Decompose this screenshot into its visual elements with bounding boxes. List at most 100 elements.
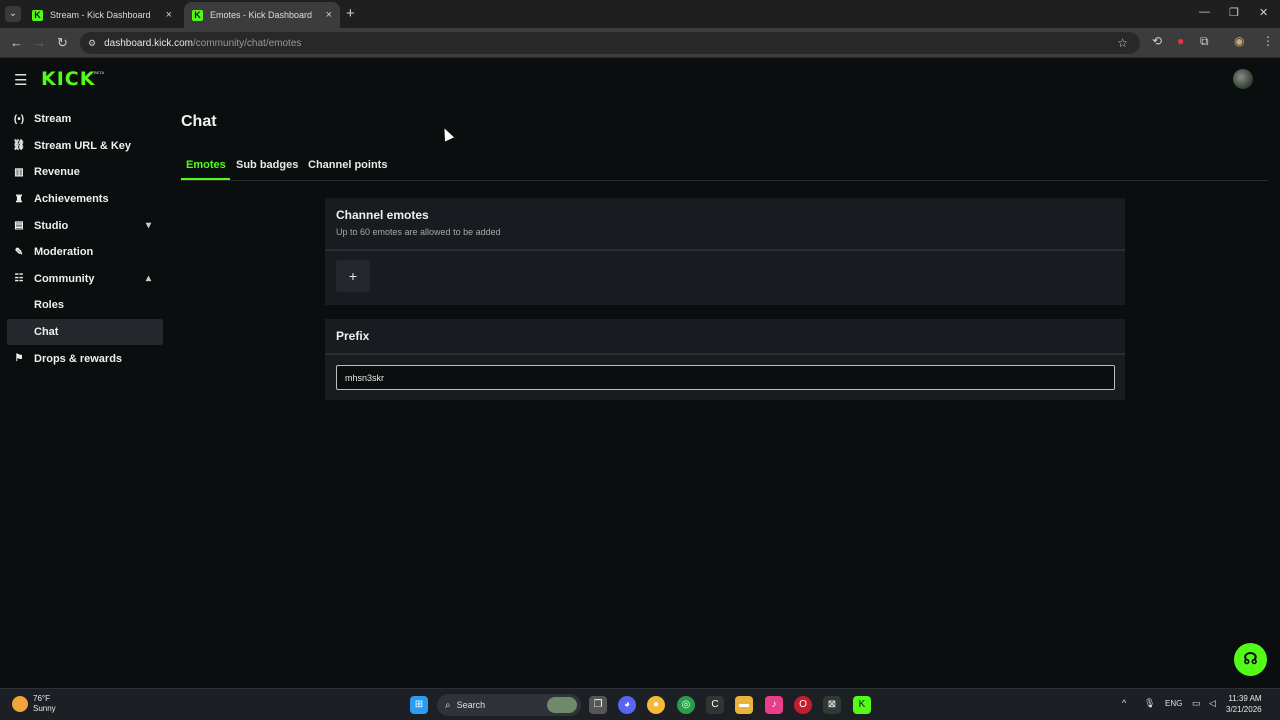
kick-logo[interactable]: KICK bbox=[41, 68, 95, 90]
chat-tabs: Emotes Sub badges Channel points bbox=[181, 156, 1268, 181]
opera-icon[interactable]: O bbox=[794, 696, 812, 714]
extensions-puzzle-icon[interactable]: ⧉ bbox=[1200, 34, 1209, 49]
sidebar-item-label: Roles bbox=[34, 299, 64, 312]
drops-icon: ⚑ bbox=[14, 353, 24, 365]
weather-temp: 76°F bbox=[33, 694, 50, 703]
card-header: Channel emotes Up to 60 emotes are allow… bbox=[325, 198, 1125, 251]
wrench-icon: ✎ bbox=[14, 246, 24, 258]
sidebar-item-label: Stream bbox=[34, 113, 72, 126]
sidebar-item-roles[interactable]: Roles bbox=[0, 292, 170, 319]
sidebar-item-label: Achievements bbox=[34, 193, 109, 206]
volume-icon[interactable]: ◁ bbox=[1209, 698, 1216, 709]
windows-start-icon[interactable]: ⊞ bbox=[410, 696, 428, 714]
prefix-input[interactable] bbox=[336, 365, 1115, 390]
taskbar: 76°F Sunny ⊞ ⌕ Search ❐ ◕ ● ◎ C ▬ ♪ O ⊠ … bbox=[0, 688, 1280, 720]
close-tab-icon[interactable]: × bbox=[326, 9, 332, 21]
channel-emotes-card: Channel emotes Up to 60 emotes are allow… bbox=[325, 198, 1125, 305]
sun-icon bbox=[12, 696, 28, 712]
sidebar-item-stream[interactable]: (•) Stream bbox=[0, 106, 170, 133]
chevron-down-icon[interactable]: ▾ bbox=[146, 220, 151, 231]
network-icon[interactable]: ▭ bbox=[1192, 698, 1201, 709]
discord-icon[interactable]: ◕ bbox=[618, 696, 636, 714]
card-title: Channel emotes bbox=[336, 208, 429, 222]
sidebar-item-moderation[interactable]: ✎ Moderation bbox=[0, 239, 170, 266]
browser-tab-bar: ⌄ K Stream - Kick Dashboard × K Emotes -… bbox=[0, 0, 1280, 28]
kick-app-icon[interactable]: K bbox=[853, 696, 871, 714]
sidebar-item-chat[interactable]: Chat bbox=[7, 318, 163, 346]
tab-channel-points[interactable]: Channel points bbox=[308, 159, 387, 171]
chart-icon: ▥ bbox=[14, 166, 24, 178]
chrome-icon[interactable]: ◎ bbox=[677, 696, 695, 714]
file-explorer-icon[interactable]: ▬ bbox=[735, 696, 753, 714]
sidebar-item-label: Revenue bbox=[34, 166, 80, 179]
back-icon[interactable]: ← bbox=[10, 35, 23, 50]
clock-time: 11:39 AM bbox=[1228, 694, 1262, 703]
reload-icon[interactable]: ↻ bbox=[57, 35, 68, 51]
minimize-icon[interactable]: — bbox=[1199, 6, 1210, 18]
card-subtitle: Up to 60 emotes are allowed to be added bbox=[336, 227, 501, 237]
card-header: Prefix bbox=[325, 319, 1125, 355]
trophy-icon: ♜ bbox=[14, 193, 24, 205]
kick-favicon-icon: K bbox=[32, 9, 43, 21]
restore-icon[interactable]: ❐ bbox=[1229, 6, 1239, 19]
sidebar-item-revenue[interactable]: ▥ Revenue bbox=[0, 159, 170, 186]
card-title: Prefix bbox=[336, 329, 370, 343]
browser-menu-icon[interactable]: ⋮ bbox=[1262, 34, 1274, 48]
search-icon: ⌕ bbox=[445, 699, 451, 711]
microphone-icon[interactable]: 🎙 bbox=[1144, 698, 1155, 709]
new-tab-icon[interactable]: + bbox=[346, 5, 355, 22]
tab-sub-badges[interactable]: Sub badges bbox=[236, 159, 298, 171]
taskbar-search[interactable]: ⌕ Search bbox=[437, 694, 581, 716]
sidebar-item-label: Chat bbox=[34, 326, 59, 339]
sidebar-item-community[interactable]: ☷ Community ▴ bbox=[0, 266, 170, 293]
tab-emotes[interactable]: Emotes bbox=[186, 159, 226, 171]
weather-desc: Sunny bbox=[33, 704, 56, 713]
broadcast-icon: (•) bbox=[13, 113, 25, 125]
chevron-up-icon[interactable]: ▴ bbox=[146, 273, 151, 284]
page-title: Chat bbox=[181, 113, 217, 130]
support-chat-icon[interactable]: ☊ bbox=[1234, 643, 1267, 676]
close-tab-icon[interactable]: × bbox=[166, 9, 172, 21]
language-indicator[interactable]: ENG bbox=[1165, 699, 1182, 708]
tray-overflow-icon[interactable]: ^ bbox=[1122, 698, 1126, 708]
forward-icon[interactable]: → bbox=[33, 35, 46, 50]
community-icon: ☷ bbox=[14, 273, 24, 285]
tab-title: Stream - Kick Dashboard bbox=[50, 10, 151, 20]
system-clock[interactable]: 11:39 AM 3/21/2026 bbox=[1226, 693, 1262, 715]
site-info-icon[interactable]: ⚙ bbox=[88, 38, 96, 49]
url-path: /community/chat/emotes bbox=[193, 37, 302, 49]
kick-favicon-icon: K bbox=[192, 9, 203, 21]
search-label: Search bbox=[456, 700, 486, 710]
task-view-icon[interactable]: ❐ bbox=[589, 696, 607, 714]
app-green-box-icon[interactable]: ⊠ bbox=[823, 696, 841, 714]
add-emote-button[interactable]: + bbox=[336, 260, 370, 292]
extension-icon[interactable]: ⟲ bbox=[1152, 34, 1162, 48]
tab-search-icon[interactable]: ⌄ bbox=[5, 6, 21, 22]
app-yellow-icon[interactable]: ● bbox=[647, 696, 665, 714]
sidebar-item-studio[interactable]: ▤ Studio ▾ bbox=[0, 212, 170, 239]
url-host: dashboard.kick.com bbox=[104, 37, 194, 49]
browser-tab-emotes[interactable]: K Emotes - Kick Dashboard × bbox=[184, 2, 340, 28]
sidebar-item-label: Moderation bbox=[34, 246, 94, 259]
user-avatar[interactable] bbox=[1233, 69, 1253, 89]
weather-widget[interactable]: 76°F Sunny bbox=[12, 694, 56, 714]
record-extension-icon[interactable]: ● bbox=[1177, 34, 1184, 48]
dashboard-page: ☰ KICK BETA (•) Stream ⛓ Stream URL & Ke… bbox=[0, 59, 1280, 688]
search-highlight-image bbox=[547, 697, 577, 713]
sidebar-item-label: Community bbox=[34, 272, 95, 285]
sidebar-item-stream-url-key[interactable]: ⛓ Stream URL & Key bbox=[0, 133, 170, 160]
address-bar[interactable]: ⚙ dashboard.kick.com/community/chat/emot… bbox=[80, 32, 1140, 54]
profile-icon[interactable]: ◉ bbox=[1234, 34, 1244, 48]
sidebar-item-achievements[interactable]: ♜ Achievements bbox=[0, 186, 170, 213]
sidebar: (•) Stream ⛓ Stream URL & Key ▥ Revenue … bbox=[0, 106, 170, 372]
app-cml-icon[interactable]: C bbox=[706, 696, 724, 714]
sidebar-item-drops-rewards[interactable]: ⚑ Drops & rewards bbox=[0, 345, 170, 372]
browser-tab-stream[interactable]: K Stream - Kick Dashboard × bbox=[24, 2, 180, 28]
studio-icon: ▤ bbox=[14, 220, 24, 232]
hamburger-menu-icon[interactable]: ☰ bbox=[14, 71, 27, 89]
sidebar-item-label: Stream URL & Key bbox=[34, 139, 131, 152]
tiktok-icon[interactable]: ♪ bbox=[765, 696, 783, 714]
bookmark-star-icon[interactable]: ☆ bbox=[1117, 36, 1128, 50]
link-icon: ⛓ bbox=[12, 140, 26, 152]
close-window-icon[interactable]: ✕ bbox=[1259, 6, 1268, 19]
